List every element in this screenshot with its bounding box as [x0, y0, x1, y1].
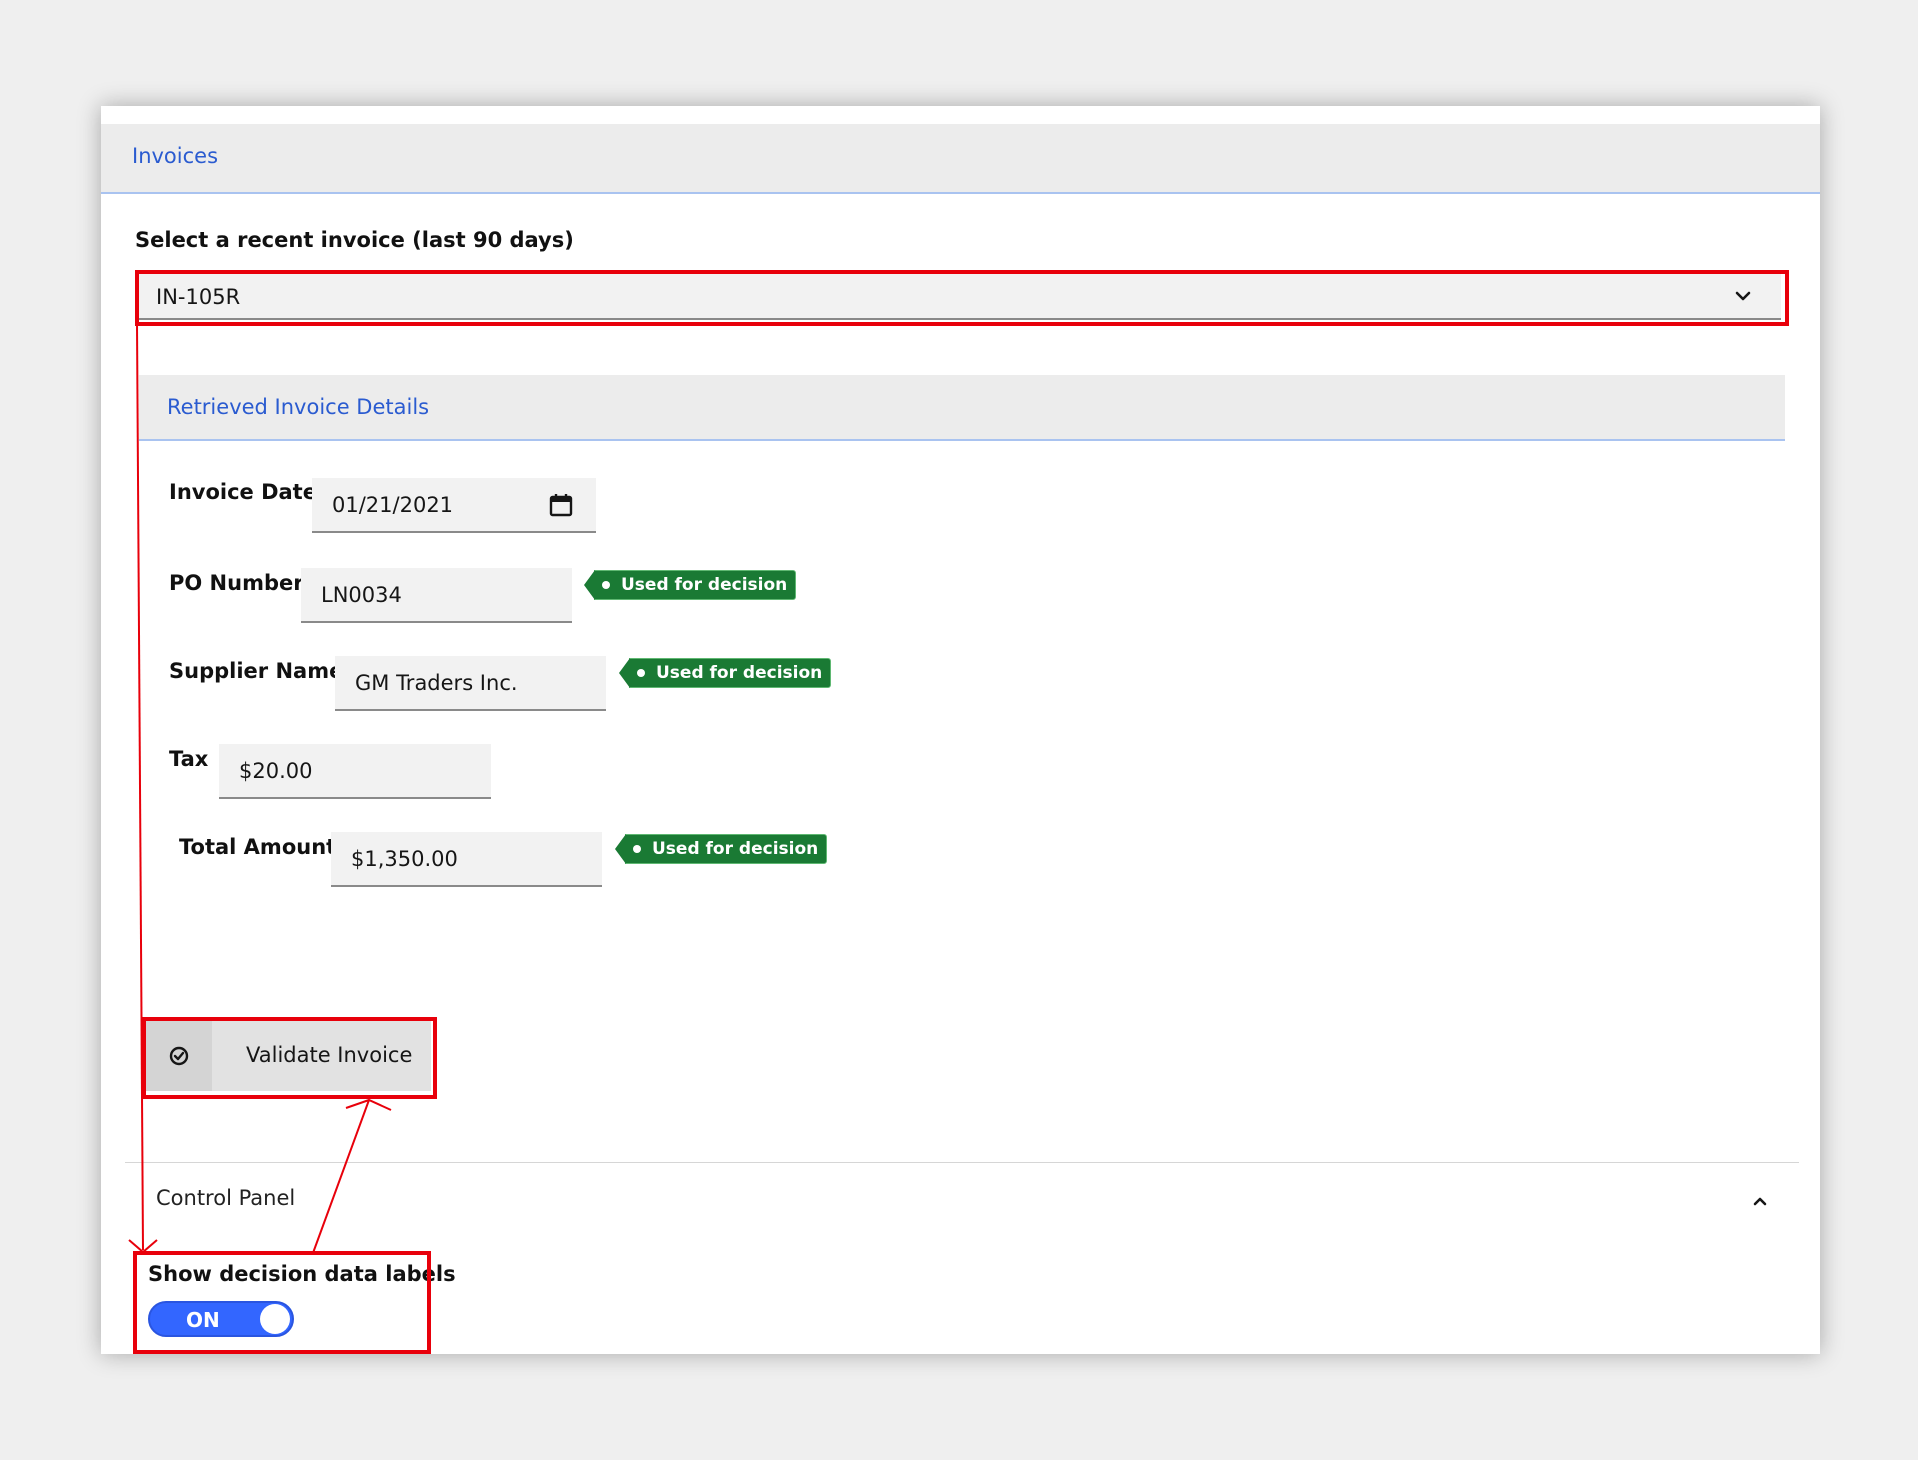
app-card: Invoices Select a recent invoice (last 9…: [101, 106, 1820, 1354]
decision-tag: Used for decision: [618, 658, 832, 688]
arrow-head: [345, 1098, 392, 1111]
toggle-knob: [260, 1304, 290, 1334]
chevron-down-icon: [1735, 291, 1751, 301]
annotation-arrow: [312, 1099, 370, 1254]
decision-tag: Used for decision: [614, 834, 828, 864]
po-number-field[interactable]: LN0034: [301, 568, 572, 623]
divider: [125, 1162, 1799, 1163]
supplier-name-field[interactable]: GM Traders Inc.: [335, 656, 606, 711]
po-number-value: LN0034: [321, 583, 402, 607]
supplier-name-label: Supplier Name: [169, 659, 344, 683]
decision-tag-label: Used for decision: [621, 575, 788, 595]
tag-dot-icon: [637, 669, 645, 677]
calendar-icon[interactable]: [548, 492, 574, 518]
annotation-arrow: [136, 323, 144, 1251]
supplier-name-value: GM Traders Inc.: [355, 671, 518, 695]
total-amount-field[interactable]: $1,350.00: [331, 832, 602, 887]
details-section-header: Retrieved Invoice Details: [139, 375, 1785, 441]
decision-tag: Used for decision: [583, 570, 797, 600]
decision-tag-label: Used for decision: [652, 839, 819, 859]
check-circle-icon: [169, 1046, 189, 1066]
tag-dot-icon: [602, 581, 610, 589]
total-amount-value: $1,350.00: [351, 847, 458, 871]
validate-icon-cell: [146, 1021, 212, 1091]
tax-value: $20.00: [239, 759, 313, 783]
chevron-up-icon[interactable]: [1750, 1191, 1770, 1211]
tab-bar: Invoices: [101, 124, 1820, 194]
tax-label: Tax: [169, 747, 209, 771]
po-number-label: PO Number: [169, 571, 304, 595]
toggle-label: Show decision data labels: [148, 1262, 456, 1286]
invoice-date-label: Invoice Date: [169, 480, 317, 504]
decision-tag-label: Used for decision: [656, 663, 823, 683]
tab-invoices[interactable]: Invoices: [132, 144, 218, 168]
validate-invoice-label: Validate Invoice: [246, 1043, 413, 1067]
total-amount-label: Total Amount: [179, 835, 337, 859]
invoice-select[interactable]: IN-105R: [139, 274, 1781, 320]
control-panel-title[interactable]: Control Panel: [156, 1186, 295, 1210]
invoice-select-value: IN-105R: [156, 285, 241, 309]
tag-dot-icon: [633, 845, 641, 853]
arrow-head: [128, 1239, 158, 1254]
decision-labels-toggle[interactable]: ON: [148, 1301, 294, 1337]
tax-field[interactable]: $20.00: [219, 744, 491, 799]
details-title: Retrieved Invoice Details: [167, 395, 430, 419]
invoice-date-value: 01/21/2021: [332, 493, 454, 517]
invoice-select-label: Select a recent invoice (last 90 days): [135, 228, 574, 252]
invoice-date-field[interactable]: 01/21/2021: [312, 478, 596, 533]
toggle-state-text: ON: [186, 1308, 220, 1332]
validate-invoice-button[interactable]: Validate Invoice: [146, 1021, 431, 1091]
